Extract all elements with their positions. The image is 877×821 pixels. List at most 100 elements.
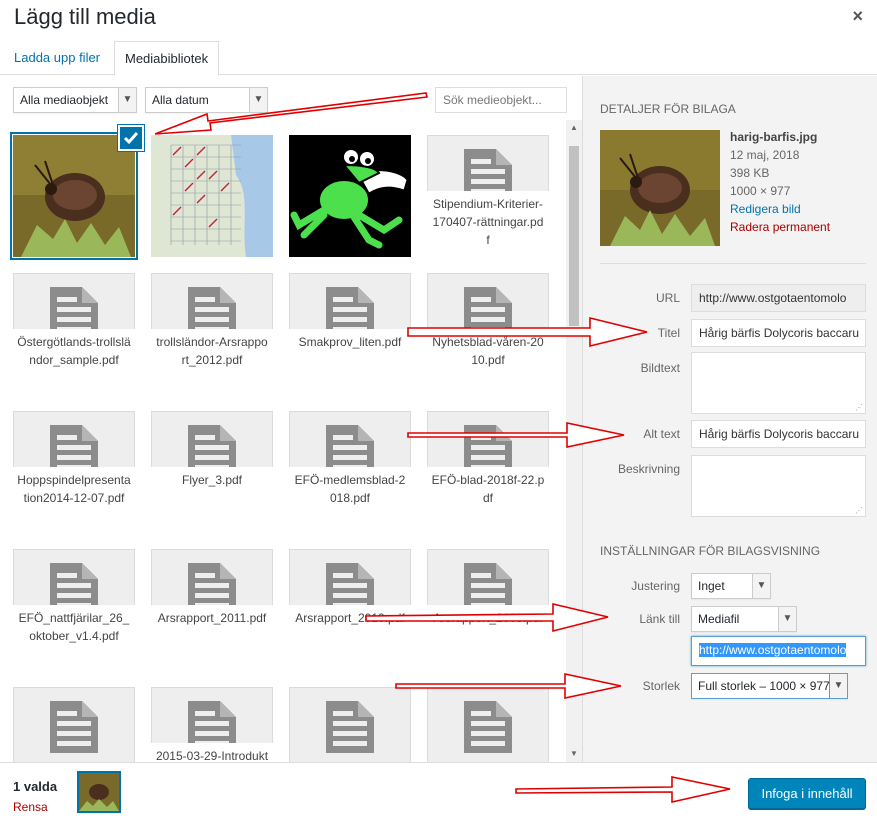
alignment-select[interactable]: Inget ▼: [691, 573, 771, 599]
attachment-filename: Arsrapport_2011.pdf: [151, 605, 273, 671]
url-field[interactable]: http://www.ostgotaentomolo: [691, 284, 866, 312]
attachment-filename: trollsländor-Arsrapport_2012.pdf: [151, 329, 273, 395]
attachment-filename: 2015-03-29-Introduktion-till-: [151, 743, 273, 762]
description-label: Beskrivning: [617, 462, 680, 476]
attachment-filename: Nyhetsblad-våren-2010.pdf: [427, 329, 549, 395]
details-heading: Detaljer för bilaga: [600, 102, 736, 116]
media-toolbar: Alla mediaobjekt ▼ Alla datum ▼: [0, 76, 582, 120]
attachment-filename: Stipendium-Kriterier-170407-rättningar.p…: [427, 191, 549, 257]
delete-permanently-link[interactable]: Radera permanent: [730, 218, 830, 236]
attachment-tile[interactable]: Flyer_3.pdf: [151, 411, 273, 533]
media-date-filter-value: Alla datum: [152, 93, 209, 107]
attachment-filename: EFÖ-blad-2018f-22.pdf: [427, 467, 549, 533]
grid-scrollbar[interactable]: ▲ ▼: [566, 120, 582, 762]
selection-count: 1 valda: [13, 779, 58, 794]
close-icon[interactable]: ×: [852, 6, 863, 27]
modal-title: Lägg till media: [14, 4, 156, 29]
bug-photo-image: [13, 135, 135, 257]
attachment-tile[interactable]: trollsländor-Arsrapport_2012.pdf: [151, 273, 273, 395]
link-to-label: Länk till: [639, 612, 680, 626]
attachment-tile[interactable]: EFÖ-medlemsblad-2018.pdf: [289, 411, 411, 533]
attachment-filename: Smakprov_liten.pdf: [289, 329, 411, 395]
attachment-tile[interactable]: [13, 135, 135, 257]
link-to-value: Mediafil: [698, 612, 740, 626]
edit-image-link[interactable]: Redigera bild: [730, 200, 830, 218]
chevron-down-icon: ▼: [118, 88, 136, 112]
url-label: URL: [655, 291, 680, 305]
scroll-up-icon[interactable]: ▲: [566, 120, 582, 136]
selection-thumbnail[interactable]: [77, 771, 121, 813]
caption-label: Bildtext: [640, 361, 680, 375]
tab-media-library[interactable]: Mediabibliotek: [114, 41, 220, 76]
attachment-tile[interactable]: Hoppspindelpresentation2014-12-07.pdf: [13, 411, 135, 533]
attachment-tile[interactable]: [13, 687, 135, 762]
chevron-down-icon: ▼: [752, 574, 770, 598]
search-input[interactable]: [435, 87, 567, 113]
link-url-value: http://www.ostgotaentomolo: [699, 643, 847, 657]
attachment-filename: Arsrapport_2010.pdf: [289, 605, 411, 671]
attachment-filename: Flyer_3.pdf: [151, 467, 273, 533]
media-type-filter[interactable]: Alla mediaobjekt ▼: [13, 87, 137, 113]
attachment-tile[interactable]: [427, 687, 549, 762]
chevron-down-icon: ▼: [778, 607, 796, 631]
attachment-tile[interactable]: EFÖ-blad-2018f-22.pdf: [427, 411, 549, 533]
router-tabs: Ladda upp filer Mediabibliotek: [0, 38, 877, 76]
size-select[interactable]: Full storlek – 1000 × 977 ▼: [691, 673, 848, 699]
attachment-filename: EFÖ_nattfjärilar_26_oktober_v1.4.pdf: [13, 605, 135, 671]
attachment-dimensions: 1000 × 977: [730, 184, 791, 198]
tab-upload-files[interactable]: Ladda upp filer: [4, 41, 110, 75]
attachment-filename: Arsrapport_2008.pdf: [427, 605, 549, 671]
attachment-filename: Hoppspindelpresentation2014-12-07.pdf: [13, 467, 135, 533]
media-toolbar-bottom: 1 valda Rensa Infoga i innehåll: [0, 762, 877, 821]
chevron-down-icon: ▼: [829, 674, 847, 698]
attachment-tile[interactable]: [289, 687, 411, 762]
attachment-tile[interactable]: Arsrapport_2010.pdf: [289, 549, 411, 671]
scroll-down-icon[interactable]: ▼: [566, 746, 582, 762]
description-field[interactable]: ⋰: [691, 455, 866, 517]
attachment-tile[interactable]: 2015-03-29-Introduktion-till-: [151, 687, 273, 762]
alignment-label: Justering: [631, 579, 680, 593]
attachment-tile[interactable]: Stipendium-Kriterier-170407-rättningar.p…: [427, 135, 549, 257]
attachment-filename: Östergötlands-trollsländor_sample.pdf: [13, 329, 135, 395]
alignment-value: Inget: [698, 579, 725, 593]
alt-text-label: Alt text: [643, 427, 680, 441]
attachment-filename: EFÖ-medlemsblad-2018.pdf: [289, 467, 411, 533]
insert-into-post-button[interactable]: Infoga i innehåll: [748, 778, 866, 809]
link-url-field[interactable]: http://www.ostgotaentomolo: [691, 636, 866, 666]
media-type-filter-value: Alla mediaobjekt: [20, 93, 109, 107]
scrollbar-thumb[interactable]: [569, 146, 579, 326]
attachment-info: harig-barfis.jpg 12 maj, 2018 398 KB 100…: [730, 128, 830, 236]
alt-text-field[interactable]: Hårig bärfis Dolycoris baccaru: [691, 420, 866, 448]
document-icon: [50, 701, 98, 758]
display-settings-heading: Inställningar för bilagsvisning: [600, 544, 821, 558]
attachment-tile[interactable]: EFÖ_nattfjärilar_26_oktober_v1.4.pdf: [13, 549, 135, 671]
attachment-tile[interactable]: [151, 135, 273, 257]
attachment-date: 12 maj, 2018: [730, 148, 800, 162]
attachment-filename: harig-barfis.jpg: [730, 130, 818, 144]
attachment-tile[interactable]: Arsrapport_2008.pdf: [427, 549, 549, 671]
title-field[interactable]: Hårig bärfis Dolycoris baccaru: [691, 319, 866, 347]
green-frog-image: [289, 135, 411, 257]
map-grid-image: [151, 135, 273, 257]
clear-selection-link[interactable]: Rensa: [13, 800, 48, 814]
caption-field[interactable]: ⋰: [691, 352, 866, 414]
attachment-size: 398 KB: [730, 166, 770, 180]
attachment-tile[interactable]: Östergötlands-trollsländor_sample.pdf: [13, 273, 135, 395]
document-icon: [464, 701, 512, 758]
media-date-filter[interactable]: Alla datum ▼: [145, 87, 268, 113]
chevron-down-icon: ▼: [249, 88, 267, 112]
media-modal: Lägg till media × Ladda upp filer Mediab…: [0, 0, 877, 821]
attachment-tile[interactable]: Arsrapport_2011.pdf: [151, 549, 273, 671]
size-label: Storlek: [642, 679, 680, 693]
resize-handle-icon[interactable]: ⋰: [855, 403, 863, 412]
attachment-thumbnail: [600, 130, 720, 246]
checkmark-icon[interactable]: [118, 125, 144, 151]
document-icon: [326, 701, 374, 758]
attachment-tile[interactable]: [289, 135, 411, 257]
attachment-tile[interactable]: Nyhetsblad-våren-2010.pdf: [427, 273, 549, 395]
attachment-tile[interactable]: Smakprov_liten.pdf: [289, 273, 411, 395]
attachments-grid: Stipendium-Kriterier-170407-rättningar.p…: [0, 120, 566, 762]
resize-handle-icon[interactable]: ⋰: [855, 506, 863, 515]
divider: [600, 263, 866, 264]
link-to-select[interactable]: Mediafil ▼: [691, 606, 797, 632]
